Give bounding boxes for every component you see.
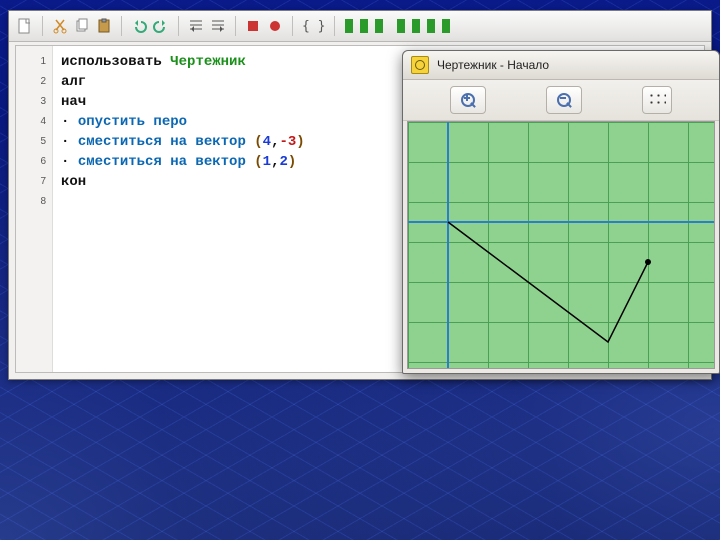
t: опустить перо xyxy=(78,114,187,130)
record-icon[interactable] xyxy=(267,18,283,34)
cut-icon[interactable] xyxy=(52,18,68,34)
t: сместиться на вектор xyxy=(78,154,246,170)
redo-icon[interactable] xyxy=(153,18,169,34)
line-number: 8 xyxy=(16,192,46,212)
status-bar-1 xyxy=(345,19,353,33)
t: 4 xyxy=(263,134,271,150)
undo-icon[interactable] xyxy=(131,18,147,34)
zoom-out-icon xyxy=(557,93,571,107)
t: -3 xyxy=(279,134,296,150)
status-bar-4 xyxy=(397,19,405,33)
line-number: 3 xyxy=(16,92,46,112)
line-number: 7 xyxy=(16,172,46,192)
status-bar-6 xyxy=(427,19,435,33)
status-bar-5 xyxy=(412,19,420,33)
paste-icon[interactable] xyxy=(96,18,112,34)
line-number: 4 xyxy=(16,112,46,132)
line-number: 6 xyxy=(16,152,46,172)
copy-icon[interactable] xyxy=(74,18,90,34)
braces-icon[interactable]: { } xyxy=(302,19,325,34)
t: Чертежник xyxy=(170,54,246,70)
pen-path xyxy=(408,122,714,370)
indent-left-icon[interactable] xyxy=(188,18,204,34)
t: кон xyxy=(61,174,86,190)
t: использовать xyxy=(61,54,162,70)
stop-icon[interactable] xyxy=(245,18,261,34)
new-file-icon[interactable] xyxy=(17,18,33,34)
status-bar-2 xyxy=(360,19,368,33)
draftsman-window[interactable]: Чертежник - Начало xyxy=(402,50,720,374)
t: нач xyxy=(61,94,86,110)
status-bar-7 xyxy=(442,19,450,33)
draftsman-titlebar[interactable]: Чертежник - Начало xyxy=(403,51,719,80)
zoom-in-icon xyxy=(461,93,475,107)
t: 1 xyxy=(263,154,271,170)
status-bar-3 xyxy=(375,19,383,33)
t: алг xyxy=(61,74,86,90)
line-number: 1 xyxy=(16,52,46,72)
indent-right-icon[interactable] xyxy=(210,18,226,34)
app-icon xyxy=(411,56,429,74)
zoom-out-button[interactable] xyxy=(546,86,582,114)
drawing-canvas[interactable] xyxy=(408,122,714,368)
line-number: 2 xyxy=(16,72,46,92)
canvas-frame xyxy=(407,121,715,369)
zoom-in-button[interactable] xyxy=(450,86,486,114)
t: сместиться на вектор xyxy=(78,134,246,150)
ide-toolbar: { } xyxy=(9,11,711,42)
grid-toggle-button[interactable] xyxy=(642,86,672,114)
line-number: 5 xyxy=(16,132,46,152)
draftsman-toolbar xyxy=(403,80,719,121)
window-title: Чертежник - Начало xyxy=(437,58,549,72)
t: 2 xyxy=(279,154,287,170)
line-gutter: 1 2 3 4 5 6 7 8 xyxy=(16,46,53,372)
t: · xyxy=(61,114,69,130)
t: · xyxy=(61,134,69,150)
t: · xyxy=(61,154,69,170)
